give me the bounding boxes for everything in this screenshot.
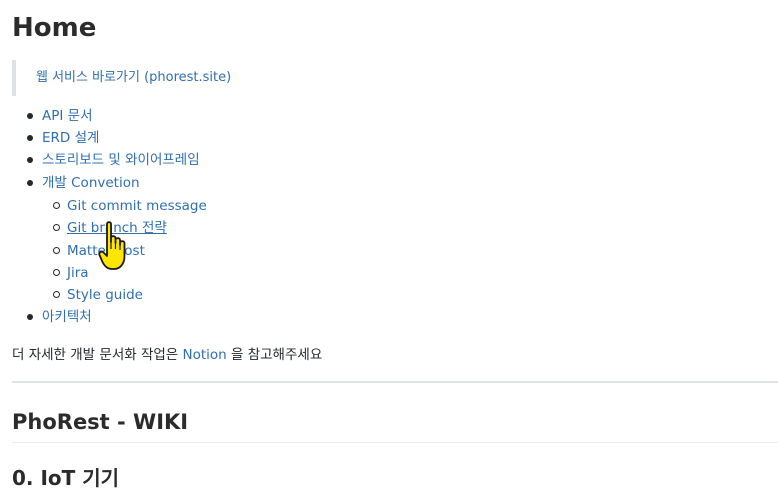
horizontal-divider [12,381,778,383]
blockquote: 웹 서비스 바로가기 (phorest.site) [12,60,316,96]
notion-link[interactable]: Notion [183,347,227,363]
bullet-icon [27,135,33,141]
notice-text-after: 을 참고해주세요 [226,347,323,363]
wiki-heading: PhoRest - WIKI [12,410,189,434]
bullet-icon [27,113,33,119]
bullet-icon [27,157,33,163]
style-guide-link[interactable]: Style guide [67,284,143,306]
architecture-link[interactable]: 아키텍처 [42,306,92,328]
iot-heading: 0. IoT 기기 [12,466,120,490]
git-branch-link[interactable]: Git branch 전략 [67,217,167,239]
api-docs-link[interactable]: API 문서 [42,105,93,127]
storyboard-link[interactable]: 스토리보드 및 와이어프레임 [42,149,200,171]
bullet-icon [27,314,33,320]
mattermost-link[interactable]: Mattermost [67,240,145,262]
page-title: Home [12,13,97,43]
circle-bullet-icon [53,269,60,276]
convention-link[interactable]: 개발 Convetion [42,172,140,194]
jira-link[interactable]: Jira [67,262,89,284]
circle-bullet-icon [53,224,60,231]
heading-underline [12,442,778,443]
bullet-icon [27,180,33,186]
circle-bullet-icon [53,291,60,298]
circle-bullet-icon [53,202,60,209]
git-commit-link[interactable]: Git commit message [67,195,207,217]
web-service-link[interactable]: 웹 서비스 바로가기 (phorest.site) [36,68,231,88]
notion-notice: 더 자세한 개발 문서화 작업은 Notion 을 참고해주세요 [12,344,322,366]
circle-bullet-icon [53,247,60,254]
notice-text-before: 더 자세한 개발 문서화 작업은 [12,347,183,363]
erd-link[interactable]: ERD 설계 [42,127,99,149]
